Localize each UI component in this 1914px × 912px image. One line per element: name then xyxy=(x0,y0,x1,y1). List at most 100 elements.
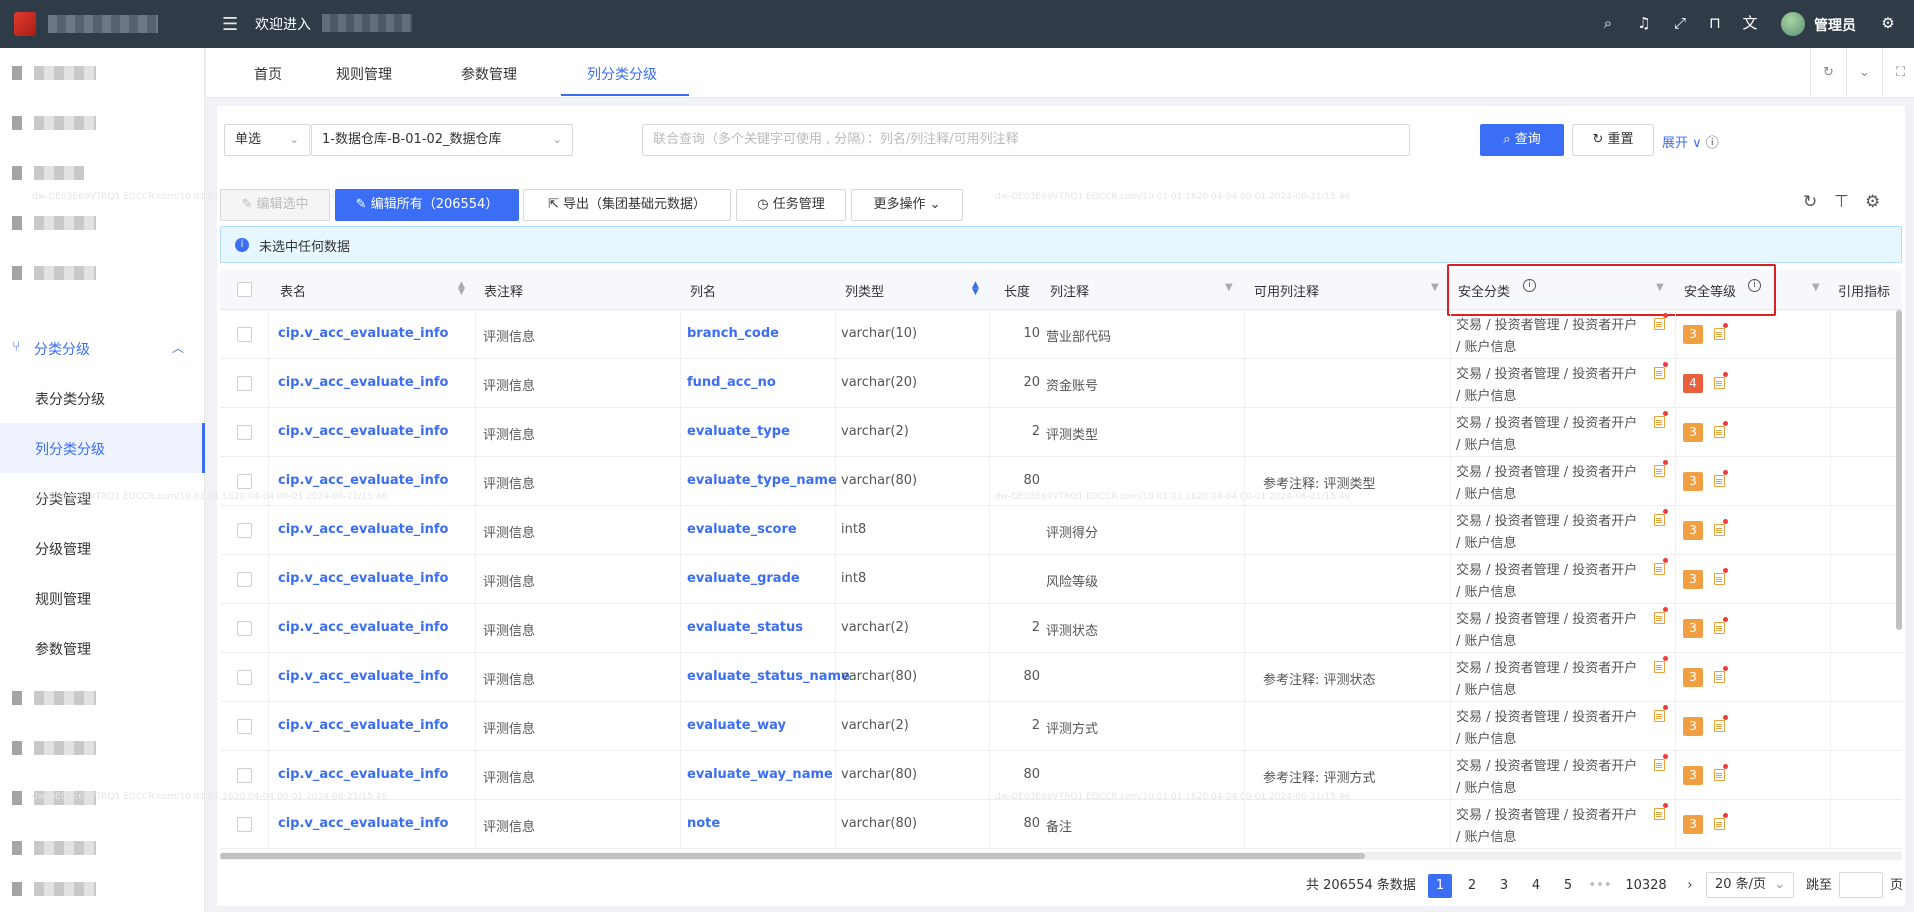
sidebar-item-redacted[interactable] xyxy=(0,864,205,912)
sidebar-group-classification[interactable]: ⑂ 分类分级 ︿ xyxy=(0,323,205,373)
cell-table-name[interactable]: cip.v_acc_evaluate_info xyxy=(278,522,448,537)
col-header-table-name[interactable]: 表名 xyxy=(280,281,306,300)
avatar[interactable] xyxy=(1781,12,1805,36)
edit-selected-button[interactable]: ✎ 编辑选中 xyxy=(220,189,330,221)
translate-icon[interactable]: 文 xyxy=(1740,13,1760,33)
col-header-column-type[interactable]: 列类型 xyxy=(845,281,884,300)
sidebar-item-redacted[interactable] xyxy=(0,248,205,298)
filter-icon[interactable]: ▼ xyxy=(1225,282,1233,293)
table-row[interactable]: cip.v_acc_evaluate_info 评测信息 fund_acc_no va… xyxy=(220,359,1902,408)
query-button[interactable]: ⌕ 查询 xyxy=(1480,124,1564,156)
row-checkbox[interactable] xyxy=(237,474,252,489)
lock-icon[interactable]: ⊓ xyxy=(1705,13,1725,33)
edit-level-icon[interactable] xyxy=(1714,475,1725,487)
horizontal-scrollbar[interactable] xyxy=(220,852,1902,860)
edit-level-icon[interactable] xyxy=(1714,671,1725,683)
mode-select[interactable]: 单选 ⌄ xyxy=(224,124,310,156)
table-row[interactable]: cip.v_acc_evaluate_info 评测信息 evaluate_scor… xyxy=(220,506,1902,555)
settings-icon[interactable]: ⚙ xyxy=(1878,13,1898,33)
cell-column-name[interactable]: note xyxy=(687,816,720,831)
page-3[interactable]: 3 xyxy=(1492,874,1516,898)
filter-icon[interactable]: ▼ xyxy=(1431,282,1439,293)
edit-category-icon[interactable] xyxy=(1654,710,1665,722)
jump-page-input[interactable] xyxy=(1839,872,1883,898)
table-row[interactable]: cip.v_acc_evaluate_info 评测信息 evaluate_grad… xyxy=(220,555,1902,604)
sidebar-item-redacted[interactable] xyxy=(0,723,205,773)
row-checkbox[interactable] xyxy=(237,572,252,587)
page-4[interactable]: 4 xyxy=(1524,874,1548,898)
sidebar-item-redacted[interactable] xyxy=(0,673,205,723)
task-manage-button[interactable]: ◷ 任务管理 xyxy=(736,189,846,221)
cell-column-name[interactable]: fund_acc_no xyxy=(687,375,776,390)
cell-table-name[interactable]: cip.v_acc_evaluate_info xyxy=(278,718,448,733)
edit-category-icon[interactable] xyxy=(1654,661,1665,673)
row-checkbox[interactable] xyxy=(237,621,252,636)
expand-link[interactable]: 展开 ∨ ⓘ xyxy=(1662,132,1719,151)
sort-icon[interactable]: ▲ ▼ xyxy=(458,281,465,297)
menu-fold-icon[interactable]: ☰ xyxy=(222,14,238,35)
fullscreen-icon[interactable]: ⤢ xyxy=(1670,13,1690,33)
next-page-icon[interactable]: › xyxy=(1680,874,1700,898)
page-last[interactable]: 10328 xyxy=(1622,874,1670,898)
row-checkbox[interactable] xyxy=(237,670,252,685)
datasource-select[interactable]: 1-数据仓库-B-01-02_数据仓库 ⌄ xyxy=(311,124,573,156)
edit-category-icon[interactable] xyxy=(1654,759,1665,771)
table-row[interactable]: cip.v_acc_evaluate_info 评测信息 evaluate_stat… xyxy=(220,653,1902,702)
row-checkbox[interactable] xyxy=(237,425,252,440)
page-2[interactable]: 2 xyxy=(1460,874,1484,898)
edit-level-icon[interactable] xyxy=(1714,573,1725,585)
settings-icon[interactable]: ⚙ xyxy=(1865,192,1880,212)
tab-column-classification[interactable]: 列分类分级 xyxy=(587,64,657,84)
row-checkbox[interactable] xyxy=(237,327,252,342)
cell-table-name[interactable]: cip.v_acc_evaluate_info xyxy=(278,424,448,439)
cell-column-name[interactable]: evaluate_score xyxy=(687,522,797,537)
cell-table-name[interactable]: cip.v_acc_evaluate_info xyxy=(278,571,448,586)
page-1[interactable]: 1 xyxy=(1428,874,1452,898)
bell-icon[interactable]: ♫ xyxy=(1634,13,1654,33)
tab-home[interactable]: 首页 xyxy=(254,64,282,84)
edit-level-icon[interactable] xyxy=(1714,622,1725,634)
cell-column-name[interactable]: branch_code xyxy=(687,326,779,341)
refresh-icon[interactable]: ↻ xyxy=(1803,192,1817,212)
page-ellipsis[interactable]: ••• xyxy=(1586,874,1614,898)
table-row[interactable]: cip.v_acc_evaluate_info 评测信息 evaluate_way v… xyxy=(220,702,1902,751)
table-row[interactable]: cip.v_acc_evaluate_info 评测信息 evaluate_way_… xyxy=(220,751,1902,800)
sidebar-item-rule-management[interactable]: 规则管理 xyxy=(0,573,205,623)
sidebar-item-redacted[interactable] xyxy=(0,198,205,248)
edit-level-icon[interactable] xyxy=(1714,524,1725,536)
edit-category-icon[interactable] xyxy=(1654,465,1665,477)
edit-level-icon[interactable] xyxy=(1714,769,1725,781)
cell-table-name[interactable]: cip.v_acc_evaluate_info xyxy=(278,669,448,684)
chevron-down-icon[interactable]: ⌄ xyxy=(1846,48,1882,98)
edit-all-button[interactable]: ✎ 编辑所有（206554） xyxy=(335,189,519,221)
row-checkbox[interactable] xyxy=(237,719,252,734)
cell-column-name[interactable]: evaluate_grade xyxy=(687,571,800,586)
cell-column-name[interactable]: evaluate_type_name xyxy=(687,473,837,488)
vertical-scrollbar[interactable] xyxy=(1896,310,1902,630)
refresh-tab-icon[interactable]: ↻ xyxy=(1810,48,1846,98)
sidebar-item-redacted[interactable] xyxy=(0,48,205,98)
cell-table-name[interactable]: cip.v_acc_evaluate_info xyxy=(278,326,448,341)
search-icon[interactable]: ⌕ xyxy=(1598,13,1618,33)
sidebar-item-column-classification[interactable]: 列分类分级 xyxy=(0,423,205,473)
cell-table-name[interactable]: cip.v_acc_evaluate_info xyxy=(278,767,448,782)
select-all-checkbox[interactable] xyxy=(237,282,252,297)
sidebar-item-redacted[interactable] xyxy=(0,148,205,198)
edit-level-icon[interactable] xyxy=(1714,377,1725,389)
page-5[interactable]: 5 xyxy=(1556,874,1580,898)
cell-table-name[interactable]: cip.v_acc_evaluate_info xyxy=(278,473,448,488)
table-row[interactable]: cip.v_acc_evaluate_info 评测信息 evaluate_type… xyxy=(220,408,1902,457)
tab-param-management[interactable]: 参数管理 xyxy=(461,64,517,84)
expand-tab-icon[interactable]: ⛶ xyxy=(1882,48,1914,98)
table-row[interactable]: cip.v_acc_evaluate_info 评测信息 branch_code va… xyxy=(220,310,1902,359)
sidebar-item-redacted[interactable] xyxy=(0,98,205,148)
edit-category-icon[interactable] xyxy=(1654,612,1665,624)
row-checkbox[interactable] xyxy=(237,376,252,391)
more-actions-button[interactable]: 更多操作 ⌄ xyxy=(851,189,963,221)
cell-table-name[interactable]: cip.v_acc_evaluate_info xyxy=(278,620,448,635)
reset-button[interactable]: ↻ 重置 xyxy=(1572,124,1654,156)
table-row[interactable]: cip.v_acc_evaluate_info 评测信息 note varchar(8… xyxy=(220,800,1902,849)
sort-icon[interactable]: ▲ ▼ xyxy=(972,281,979,297)
sidebar-item-param-management[interactable]: 参数管理 xyxy=(0,623,205,673)
export-button[interactable]: ⇱ 导出（集团基础元数据） xyxy=(523,189,731,221)
